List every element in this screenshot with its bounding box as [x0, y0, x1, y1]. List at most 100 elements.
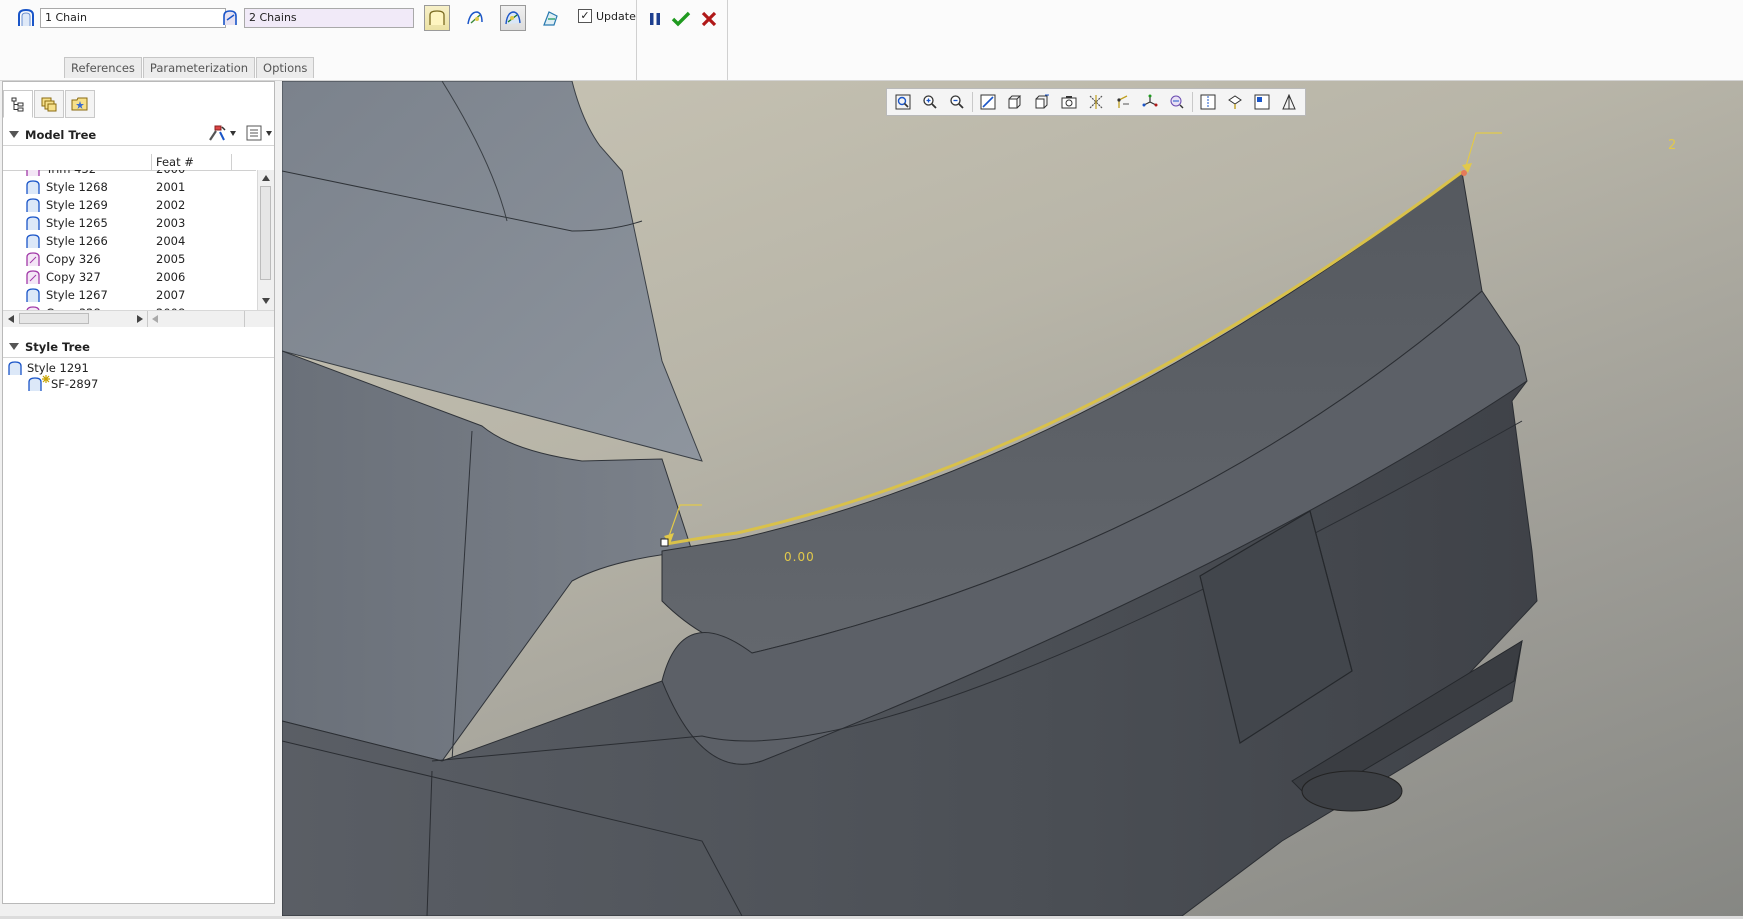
scroll-right-icon[interactable] — [137, 315, 143, 323]
feature-number: 2002 — [156, 198, 186, 212]
feature-number: 2007 — [156, 288, 186, 302]
zoom-out-button[interactable] — [945, 91, 969, 113]
zoom-out-icon — [950, 95, 964, 109]
chain-two-label[interactable]: 2 — [1668, 138, 1676, 153]
tab-folder-browser[interactable] — [34, 90, 64, 118]
annotation-icon — [1170, 95, 1184, 109]
model-tree-icon — [11, 97, 24, 112]
show-menu[interactable] — [245, 124, 272, 142]
tree-vertical-scrollbar[interactable] — [257, 170, 274, 310]
feature-number: 2005 — [156, 252, 186, 266]
datum-display-button[interactable] — [1084, 91, 1108, 113]
scroll-left-icon[interactable] — [8, 315, 14, 323]
style-tree-title: Style Tree — [25, 339, 90, 354]
settings-menu[interactable] — [207, 124, 236, 142]
annotation-display-button[interactable] — [1165, 91, 1189, 113]
scroll-thumb[interactable] — [260, 186, 271, 280]
scroll-thumb-horizontal[interactable] — [19, 313, 89, 324]
sketch-view-button[interactable] — [1196, 91, 1220, 113]
view-toolbar — [886, 88, 1306, 116]
update-label: Update — [596, 9, 636, 23]
style-feature-icon — [8, 361, 22, 375]
tab-model-tree[interactable] — [3, 90, 33, 118]
second-chain-field[interactable]: 2 Chains — [244, 8, 414, 28]
layout-button[interactable] — [1250, 91, 1274, 113]
navigator-tabs — [3, 90, 96, 118]
datum-points-button[interactable] — [1111, 91, 1135, 113]
tree-row[interactable]: Style 1269 2002 — [3, 196, 256, 214]
model-tree-header: Model Tree — [3, 124, 274, 146]
tree-row[interactable]: Style 1265 2003 — [3, 214, 256, 232]
dashboard-divider — [636, 0, 637, 80]
tree-row[interactable]: Style 1268 2001 — [3, 178, 256, 196]
scroll-down-icon[interactable] — [262, 298, 270, 304]
perspective-button[interactable] — [1277, 91, 1301, 113]
model-tree-title: Model Tree — [25, 127, 97, 142]
control-points-button[interactable] — [500, 5, 526, 31]
chevron-down-icon — [230, 130, 236, 136]
list-icon — [246, 125, 262, 141]
named-views-button[interactable] — [1057, 91, 1081, 113]
favorites-folder-icon — [71, 97, 88, 111]
tree-row[interactable]: Style 1266 2004 — [3, 232, 256, 250]
tree-row[interactable]: Copy 327 2006 — [3, 268, 256, 286]
tree-row[interactable]: Copy 326 2005 — [3, 250, 256, 268]
tree-row[interactable]: Trim 432 2000 — [3, 170, 256, 178]
tree-horizontal-scrollbar[interactable] — [3, 310, 274, 327]
scroll-left-icon-2[interactable] — [152, 315, 158, 323]
collapse-triangle-icon[interactable] — [9, 131, 19, 138]
orient-icon — [1228, 95, 1242, 109]
graphics-viewport[interactable]: 2 0.00 — [282, 81, 1743, 916]
cancel-button[interactable] — [696, 6, 722, 32]
orient-button[interactable] — [1223, 91, 1247, 113]
display-style-button[interactable] — [1003, 91, 1027, 113]
update-checkbox[interactable]: ✓ — [578, 9, 592, 23]
second-direction-icon[interactable] — [218, 6, 242, 30]
accept-button[interactable] — [668, 6, 694, 32]
datum-points-icon — [1117, 95, 1129, 108]
tools-icon — [209, 125, 226, 141]
refit-button[interactable] — [891, 91, 915, 113]
csys-display-button[interactable] — [1138, 91, 1162, 113]
collapse-triangle-icon[interactable] — [9, 343, 19, 350]
first-direction-group: 1 Chain — [14, 6, 226, 30]
trim-feature-icon — [26, 170, 40, 176]
feature-name: Style 1266 — [46, 234, 108, 248]
tab-favorites[interactable] — [65, 90, 95, 118]
tab-parameterization[interactable]: Parameterization — [142, 57, 256, 78]
saved-views-icon — [1035, 94, 1049, 109]
style-tree-label: Style 1291 — [27, 361, 89, 375]
feature-name: Style 1268 — [46, 180, 108, 194]
tab-references[interactable]: References — [64, 57, 142, 78]
car-rear-model[interactable] — [282, 81, 1743, 916]
tab-options[interactable]: Options — [256, 57, 315, 78]
tree-column-header: Feat # — [3, 154, 256, 171]
boundary-blend-dashboard: 1 Chain 2 Chains ✓ Update References Par… — [0, 0, 1743, 81]
preview-surface-button[interactable] — [538, 5, 564, 31]
chain-one-label[interactable]: 0.00 — [784, 550, 815, 564]
style-feature-icon — [26, 180, 40, 194]
first-direction-icon[interactable] — [14, 6, 38, 30]
approximate-surface-button[interactable] — [424, 5, 450, 31]
repaint-button[interactable] — [976, 91, 1000, 113]
feat-number-column[interactable]: Feat # — [156, 155, 194, 169]
control-points-icon — [505, 11, 521, 25]
feature-number: 2004 — [156, 234, 186, 248]
saved-views-button[interactable] — [1030, 91, 1054, 113]
tree-row[interactable]: Style 1267 2007 — [3, 286, 256, 304]
new-feature-icon — [42, 375, 50, 383]
update-toggle[interactable]: ✓ Update — [578, 9, 636, 23]
scroll-up-icon[interactable] — [262, 175, 270, 181]
connect-surface-icon — [467, 11, 483, 25]
cube-icon — [1008, 95, 1022, 109]
feature-name: Copy 326 — [46, 252, 101, 266]
feature-number: 2003 — [156, 216, 186, 230]
dashboard-tabs: References Parameterization Options — [64, 57, 315, 78]
feature-name: Style 1265 — [46, 216, 108, 230]
connect-surface-button[interactable] — [462, 5, 488, 31]
pause-button[interactable] — [642, 6, 668, 32]
first-chain-field[interactable]: 1 Chain — [40, 8, 226, 28]
zoom-in-button[interactable] — [918, 91, 942, 113]
style-feature-icon — [26, 216, 40, 230]
feature-number: 2006 — [156, 270, 186, 284]
